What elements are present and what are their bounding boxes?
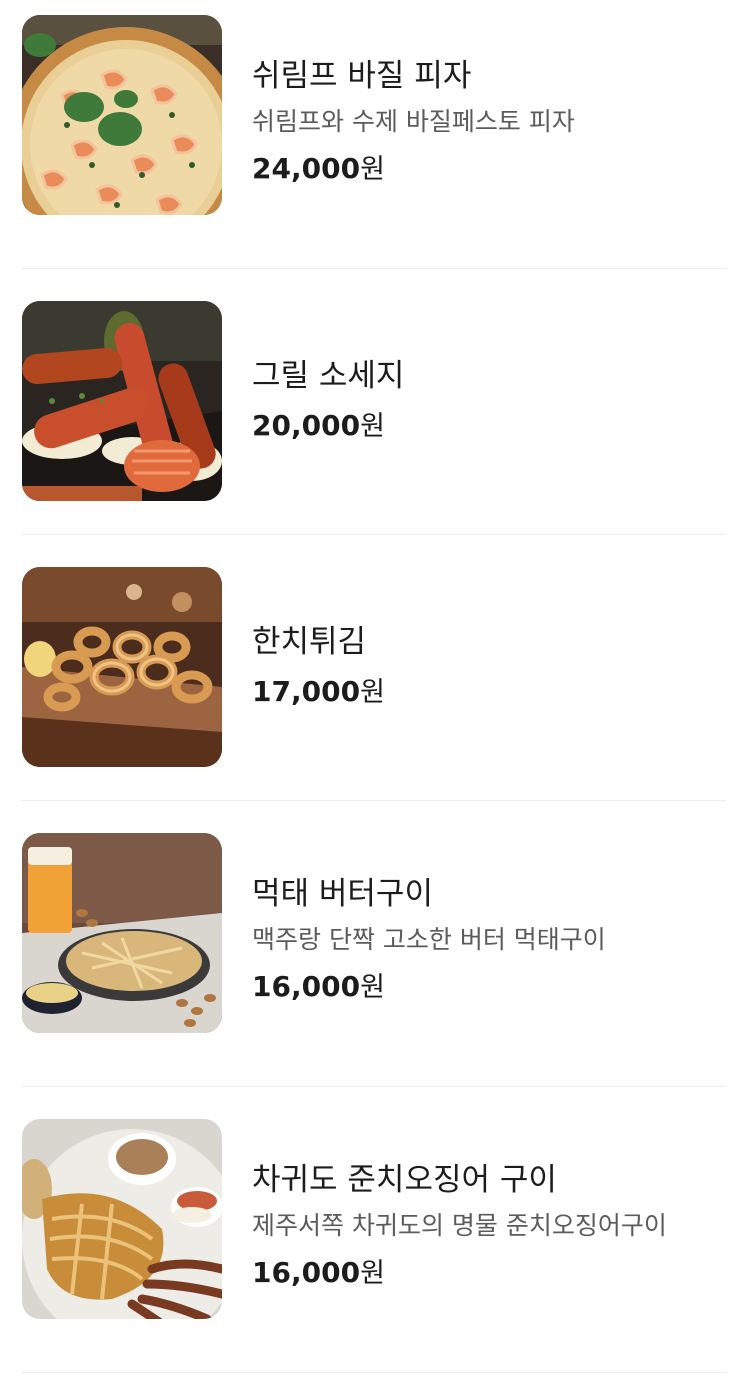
- menu-item-description: 맥주랑 단짝 고소한 버터 먹태구이: [252, 925, 606, 954]
- divider: [22, 1372, 726, 1373]
- menu-item-name: 먹태 버터구이: [252, 876, 433, 912]
- price-unit: 원: [360, 972, 385, 1003]
- menu-item-info: 그릴 소세지 20,000원: [252, 356, 726, 450]
- menu-item-fried-squid[interactable]: 한치튀김 17,000원: [0, 535, 756, 800]
- menu-item-name: 쉬림프 바질 피자: [252, 58, 472, 94]
- fried-squid-image: [22, 567, 222, 767]
- price-value: 16,000: [252, 970, 361, 1003]
- price-unit: 원: [360, 677, 385, 708]
- menu-item-grilled-squid[interactable]: 차귀도 준치오징어 구이 제주서쪽 차귀도의 명물 준치오징어구이 16,000…: [0, 1087, 756, 1372]
- shrimp-basil-pizza-image: [22, 15, 222, 215]
- price-value: 17,000: [252, 675, 361, 708]
- menu-item-grilled-sausage[interactable]: 그릴 소세지 20,000원: [0, 269, 756, 534]
- menu-item-price: 17,000원: [252, 672, 726, 716]
- menu-item-price: 16,000원: [252, 967, 726, 1011]
- menu-item-description: 쉬림프와 수제 바질페스토 피자: [252, 107, 575, 136]
- price-value: 20,000: [252, 409, 361, 442]
- menu-item-butter-pollock[interactable]: 먹태 버터구이 맥주랑 단짝 고소한 버터 먹태구이 16,000원: [0, 801, 756, 1086]
- menu-item-description: 제주서쪽 차귀도의 명물 준치오징어구이: [252, 1211, 667, 1240]
- menu-item-shrimp-basil-pizza[interactable]: 쉬림프 바질 피자 쉬림프와 수제 바질페스토 피자 24,000원: [0, 0, 756, 268]
- butter-grilled-pollock-image: [22, 833, 222, 1033]
- price-unit: 원: [360, 154, 385, 185]
- menu-item-info: 먹태 버터구이 맥주랑 단짝 고소한 버터 먹태구이 16,000원: [252, 874, 726, 1011]
- menu-item-info: 한치튀김 17,000원: [252, 622, 726, 716]
- grilled-squid-image: [22, 1119, 222, 1319]
- price-unit: 원: [360, 411, 385, 442]
- menu-item-info: 차귀도 준치오징어 구이 제주서쪽 차귀도의 명물 준치오징어구이 16,000…: [252, 1160, 726, 1297]
- grilled-sausage-image: [22, 301, 222, 501]
- menu-item-price: 20,000원: [252, 406, 726, 450]
- menu-item-info: 쉬림프 바질 피자 쉬림프와 수제 바질페스토 피자 24,000원: [252, 56, 726, 193]
- menu-item-price: 16,000원: [252, 1253, 726, 1297]
- menu-item-name: 그릴 소세지: [252, 358, 405, 394]
- price-unit: 원: [360, 1258, 385, 1289]
- menu-item-name: 차귀도 준치오징어 구이: [252, 1162, 557, 1198]
- menu-item-name: 한치튀김: [252, 624, 367, 660]
- price-value: 24,000: [252, 152, 361, 185]
- price-value: 16,000: [252, 1256, 361, 1289]
- menu-item-price: 24,000원: [252, 149, 726, 193]
- menu-list: 쉬림프 바질 피자 쉬림프와 수제 바질페스토 피자 24,000원 그릴 소세…: [0, 0, 756, 1378]
